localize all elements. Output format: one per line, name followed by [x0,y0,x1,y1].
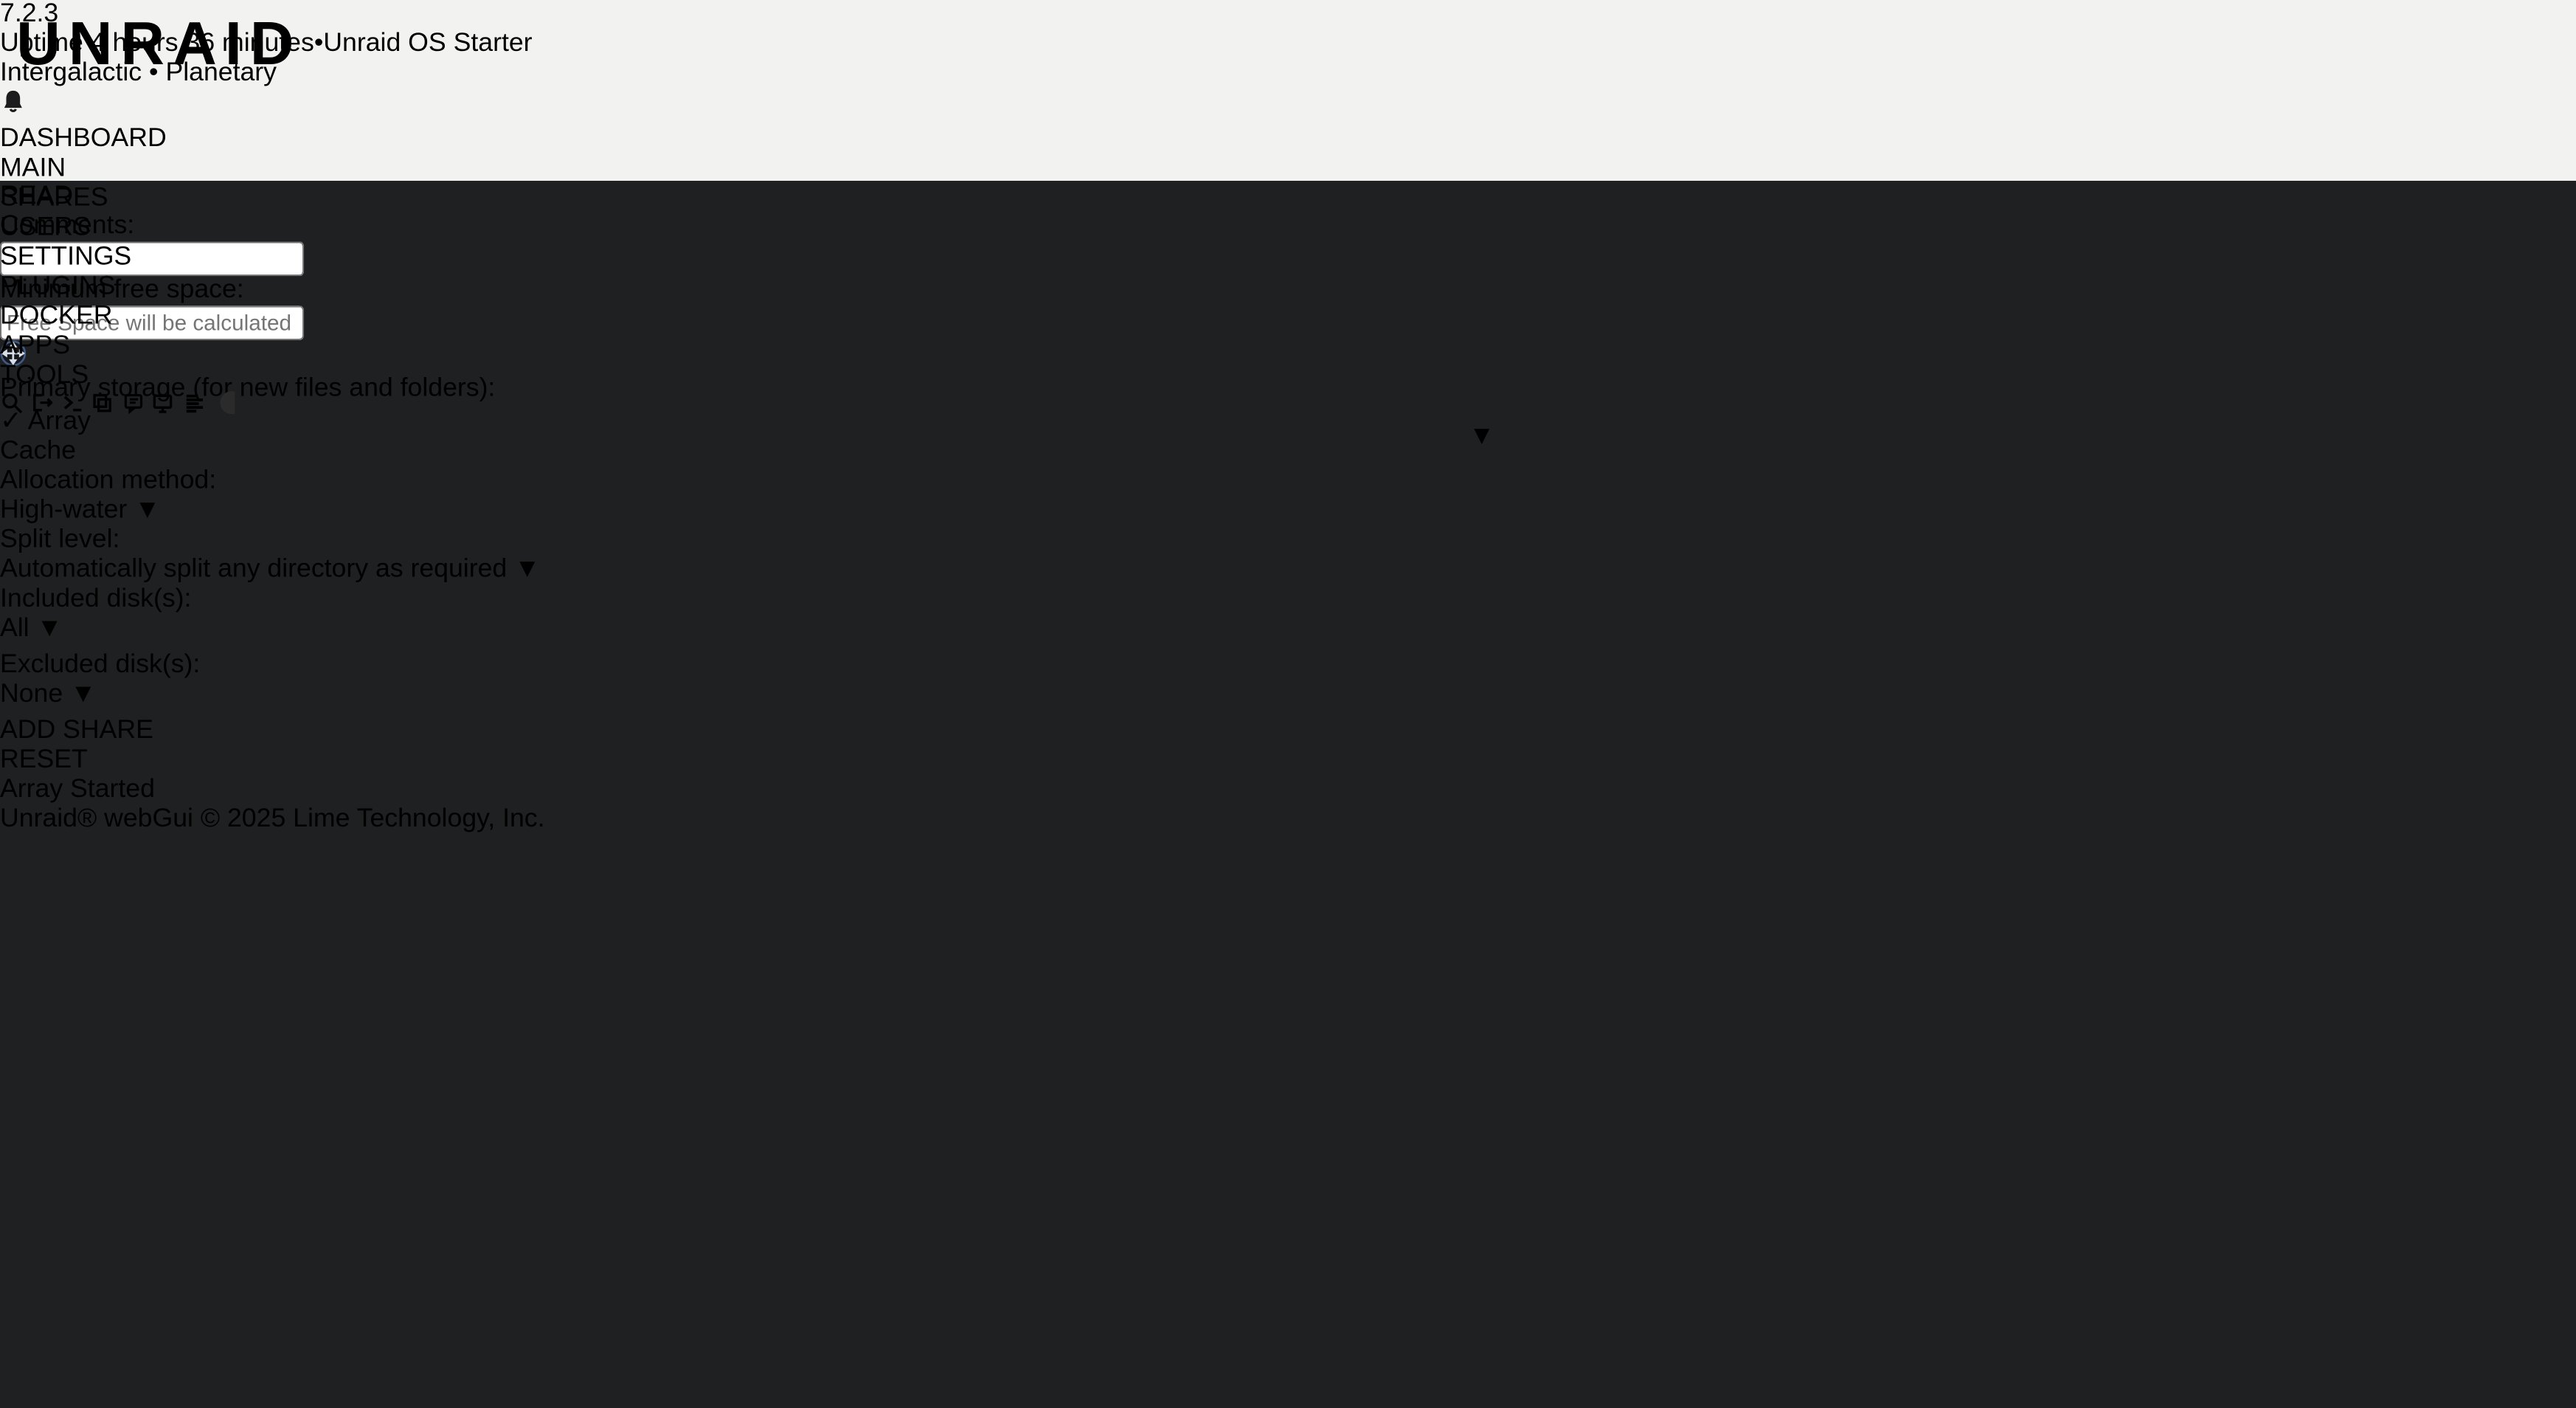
main-nav: DASHBOARD MAIN SHARES USERS SETTINGS PLU… [0,125,2576,391]
os-name: Unraid OS [323,30,446,58]
nav-tools[interactable]: TOOLS [0,362,2576,391]
separator-dot: • [314,30,323,58]
included-disks-select[interactable]: All ▼ [0,615,2576,651]
allocation-method-select[interactable]: High-water ▼ [0,497,2576,526]
nav-utility-icons [0,391,2576,422]
footer: Array Started Unraid® webGui © 2025 Lime… [0,776,2576,835]
profile-icon[interactable] [212,393,235,421]
feedback-icon[interactable] [121,393,151,421]
nav-main[interactable]: MAIN [0,154,2576,184]
split-level-label: Split level: [0,526,2576,556]
chevron-down-icon: ▼ [134,497,160,525]
uptime-row: Uptime 4 hours 36 minutes•Unraid OS Star… [0,30,2576,59]
nav-apps[interactable]: APPS [0,332,2576,362]
unraid-webgui: UNRAID 7.2.3 Uptime 4 hours 36 minutes•U… [0,0,2576,1408]
array-status-text: Array Started [0,776,155,804]
display-icon[interactable] [151,393,181,421]
excluded-disks-select[interactable]: None ▼ [0,680,2576,717]
reset-button[interactable]: RESET [0,746,2576,776]
allocation-method-label: Allocation method: [0,466,2576,496]
option-label: Cache [0,437,76,465]
excluded-disks-label: Excluded disk(s): [0,651,2576,680]
form-actions: ADD SHARE RESET [0,717,2576,776]
included-disks-value: All [0,615,30,643]
chevron-down-icon: ▼ [1469,422,1495,452]
logout-icon[interactable] [30,393,60,421]
copy-icon[interactable] [91,393,121,421]
footer-copyright: Unraid® webGui © 2025 Lime Technology, I… [0,805,2576,835]
nav-plugins[interactable]: PLUGINS [0,273,2576,303]
os-edition: Starter [454,30,533,58]
split-level-value: Automatically split any directory as req… [0,556,507,584]
nav-shares[interactable]: SHARES [0,184,2576,213]
nav-dashboard[interactable]: DASHBOARD [0,125,2576,154]
dropdown-option-cache[interactable]: Cache [0,437,2576,466]
unraid-logo-text: UNRAID [16,10,302,77]
chevron-down-icon: ▼ [514,556,540,584]
search-icon[interactable] [0,393,30,421]
nav-settings[interactable]: SETTINGS [0,244,2576,273]
chevron-down-icon: ▼ [37,615,63,643]
log-icon[interactable] [182,393,212,421]
allocation-method-value: High-water [0,497,127,525]
excluded-disks-value: None [0,680,63,708]
unraid-logo[interactable]: UNRAID [16,10,302,79]
version-row: 7.2.3 [0,0,2576,30]
header: UNRAID 7.2.3 Uptime 4 hours 36 minutes•U… [0,0,2576,181]
nav-docker[interactable]: DOCKER [0,303,2576,332]
array-status[interactable]: Array Started [0,776,2576,805]
nav-users[interactable]: USERS [0,214,2576,244]
terminal-icon[interactable] [60,393,91,421]
server-row: Intergalactic • Planetary [0,59,2576,89]
notifications-bell-icon[interactable] [0,89,2576,125]
included-disks-label: Included disk(s): [0,585,2576,615]
split-level-select[interactable]: Automatically split any directory as req… [0,556,2576,585]
chevron-down-icon: ▼ [70,680,96,708]
add-share-button[interactable]: ADD SHARE [0,717,2576,746]
